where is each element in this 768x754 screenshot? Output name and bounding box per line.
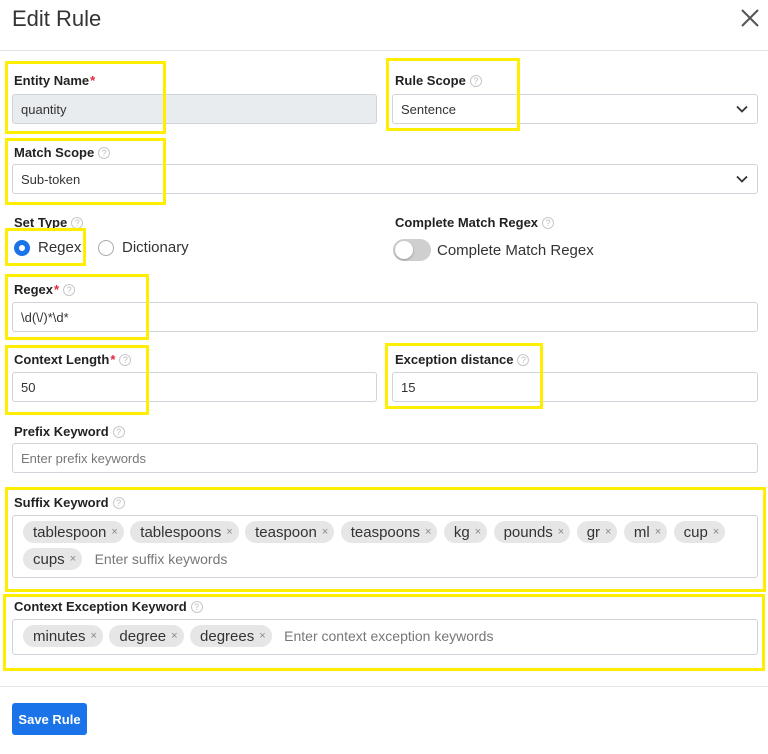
context-exception-label: Context Exception Keyword? [14, 599, 203, 614]
match-scope-select[interactable]: Sub-token [12, 164, 758, 194]
regex-label: Regex *? [14, 282, 76, 297]
tag-chip: tablespoon × [23, 521, 124, 543]
tag-chip: teaspoons × [340, 521, 438, 543]
help-icon[interactable]: ? [112, 425, 125, 438]
complete-match-toggle[interactable] [393, 239, 431, 261]
remove-tag-icon[interactable]: × [91, 630, 97, 642]
help-icon[interactable]: ? [112, 496, 125, 509]
tag-chip: teaspoon × [245, 521, 335, 543]
remove-tag-icon[interactable]: × [70, 553, 76, 565]
complete-match-toggle-row: Complete Match Regex [393, 239, 594, 261]
header-divider [0, 50, 768, 51]
required-mark: * [54, 282, 60, 297]
radio-dictionary[interactable]: Dictionary [98, 239, 189, 256]
match-scope-label: Match Scope? [14, 145, 111, 160]
tag-chip: cup × [673, 521, 726, 543]
entity-name-label: Entity Name * [14, 73, 96, 88]
remove-tag-icon[interactable]: × [171, 630, 177, 642]
suffix-keyword-input[interactable] [94, 548, 355, 570]
context-length-label: Context Length *? [14, 352, 132, 367]
help-icon[interactable]: ? [469, 74, 482, 87]
prefix-keyword-label: Prefix Keyword? [14, 424, 125, 439]
remove-tag-icon[interactable]: × [226, 526, 232, 538]
remove-tag-icon[interactable]: × [605, 526, 611, 538]
toggle-knob [395, 241, 413, 259]
radio-regex[interactable]: Regex [14, 239, 81, 256]
remove-tag-icon[interactable]: × [111, 526, 117, 538]
chevron-down-icon [736, 105, 748, 113]
help-icon[interactable]: ? [517, 353, 530, 366]
remove-tag-icon[interactable]: × [713, 526, 719, 538]
remove-tag-icon[interactable]: × [259, 630, 265, 642]
tag-chip: tablespoons × [130, 521, 239, 543]
required-mark: * [90, 73, 96, 88]
tag-chip: degrees × [190, 625, 272, 647]
help-icon[interactable]: ? [63, 283, 76, 296]
remove-tag-icon[interactable]: × [558, 526, 564, 538]
exception-distance-input[interactable] [401, 379, 749, 395]
tag-chip: gr × [576, 521, 618, 543]
footer-divider [0, 686, 768, 687]
entity-name-value: quantity [21, 101, 67, 117]
tag-chip: ml × [623, 521, 668, 543]
suffix-keyword-label: Suffix Keyword? [14, 495, 125, 510]
set-type-label: Set Type? [14, 215, 84, 230]
exception-distance-field[interactable] [392, 372, 758, 402]
entity-name-field: quantity [12, 94, 377, 124]
complete-match-toggle-label: Complete Match Regex [437, 241, 594, 259]
match-scope-value: Sub-token [21, 171, 81, 187]
help-icon[interactable]: ? [542, 216, 555, 229]
regex-field[interactable] [12, 302, 758, 332]
required-mark: * [110, 352, 116, 367]
suffix-keyword-tags[interactable]: tablespoon × tablespoons × teaspoon × teasp… [12, 515, 758, 578]
tag-chip: kg × [443, 521, 488, 543]
radio-checked-icon [14, 239, 30, 256]
remove-tag-icon[interactable]: × [655, 526, 661, 538]
tag-chip: cups × [23, 548, 83, 570]
prefix-keyword-field[interactable] [12, 443, 758, 473]
rule-scope-label: Rule Scope? [395, 73, 482, 88]
chevron-down-icon [736, 175, 748, 183]
remove-tag-icon[interactable]: × [475, 526, 481, 538]
help-icon[interactable]: ? [190, 600, 203, 613]
remove-tag-icon[interactable]: × [425, 526, 431, 538]
rule-scope-select[interactable]: Sentence [392, 94, 758, 124]
tag-chip: pounds × [493, 521, 571, 543]
dialog-title: Edit Rule [12, 6, 102, 31]
context-length-field[interactable] [12, 372, 377, 402]
radio-unchecked-icon [98, 239, 114, 256]
help-icon[interactable]: ? [98, 146, 111, 159]
regex-input[interactable] [21, 309, 749, 325]
prefix-keyword-input[interactable] [21, 450, 749, 466]
rule-scope-value: Sentence [401, 101, 456, 117]
context-exception-input[interactable] [284, 625, 585, 647]
tag-chip: degree × [109, 625, 184, 647]
remove-tag-icon[interactable]: × [322, 526, 328, 538]
close-icon[interactable] [738, 6, 762, 30]
help-icon[interactable]: ? [71, 216, 84, 229]
complete-match-label: Complete Match Regex? [395, 215, 555, 230]
help-icon[interactable]: ? [119, 353, 132, 366]
exception-distance-label: Exception distance? [395, 352, 530, 367]
context-length-input[interactable] [21, 379, 368, 395]
context-exception-tags[interactable]: minutes × degree × degrees × [12, 619, 758, 655]
tag-chip: minutes × [23, 625, 103, 647]
save-rule-button[interactable]: Save Rule [12, 703, 87, 735]
